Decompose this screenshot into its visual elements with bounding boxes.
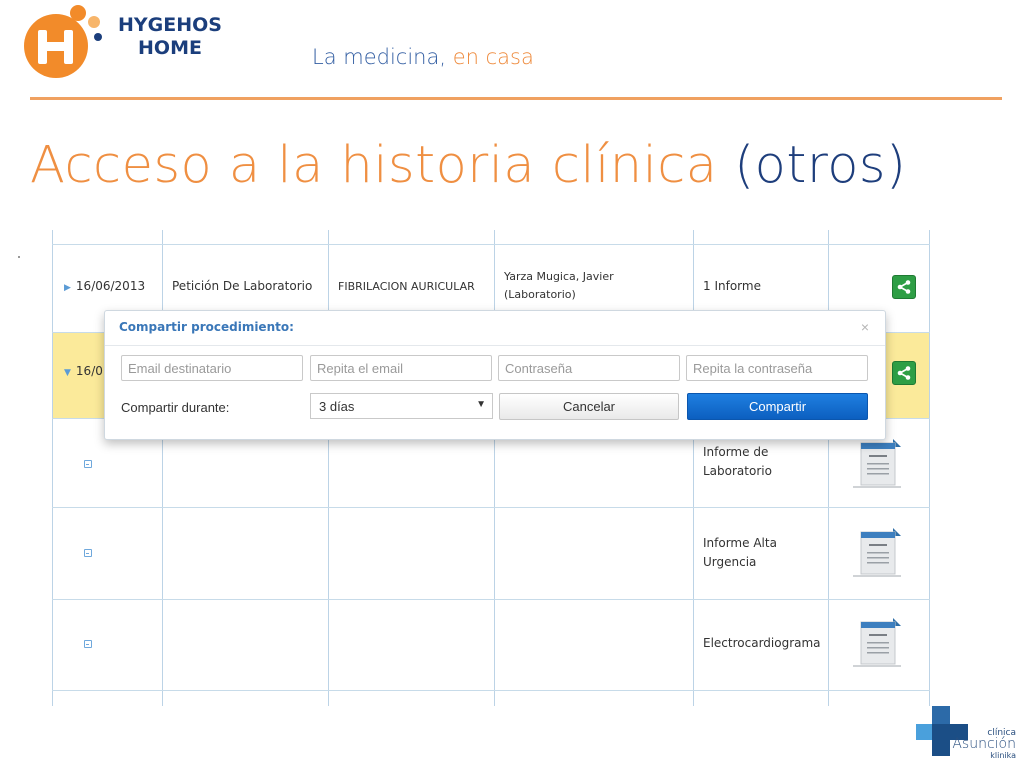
share-dialog: Compartir procedimiento: × Compartir dur…	[104, 310, 886, 440]
list-item: Electrocardiograma	[703, 634, 821, 653]
attachment-icon[interactable]	[84, 549, 92, 557]
row-reports: 1 Informe	[703, 279, 761, 293]
header-divider	[30, 97, 1002, 100]
document-icon[interactable]	[853, 616, 901, 668]
decorative-dot	[18, 256, 20, 258]
list-item: Informe Alta Urgencia	[703, 534, 777, 572]
slide-title-accent: (otros)	[734, 136, 907, 195]
close-icon[interactable]: ×	[861, 319, 869, 335]
tagline-accent: en casa	[452, 45, 534, 69]
slide-title: Acceso a la historia clínica (otros)	[30, 136, 906, 195]
share-icon[interactable]	[892, 275, 916, 299]
expand-arrow-icon[interactable]: ▶	[64, 283, 71, 293]
table-row[interactable]: ▼ 16/0	[64, 362, 103, 383]
doc-title-line1: Informe Alta	[703, 536, 777, 550]
duration-label: Compartir durante:	[121, 400, 230, 415]
slide-title-main: Acceso a la historia clínica	[30, 136, 718, 195]
row-type: Petición De Laboratorio	[172, 279, 313, 293]
hygehos-logo-icon	[24, 5, 102, 78]
list-item: Informe de Laboratorio	[703, 443, 772, 481]
password-repeat-field[interactable]	[686, 355, 868, 381]
attachment-icon[interactable]	[84, 640, 92, 648]
document-icon[interactable]	[853, 526, 901, 578]
doc-title-line1: Electrocardiograma	[703, 636, 821, 650]
row-doctor-name: Yarza Mugica, Javier	[504, 270, 614, 283]
row-diagnosis: FIBRILACION AURICULAR	[338, 280, 475, 293]
share-button[interactable]: Compartir	[687, 393, 868, 420]
attachment-icon[interactable]	[84, 460, 92, 468]
table-row[interactable]: ▶ 16/06/2013	[64, 277, 145, 298]
password-field[interactable]	[498, 355, 680, 381]
dialog-title: Compartir procedimiento:	[119, 320, 294, 334]
chevron-down-icon: ▼	[476, 399, 486, 410]
row-doctor-dept: (Laboratorio)	[504, 288, 576, 301]
doc-title-line2: Laboratorio	[703, 464, 772, 478]
doc-title-line1: Informe de	[703, 445, 769, 459]
brand-name: HYGEHOS HOME	[118, 14, 222, 60]
email-repeat-field[interactable]	[310, 355, 492, 381]
clinic-name: clínica Asunción klinika	[952, 728, 1016, 761]
row-date-partial: 16/0	[75, 364, 103, 378]
dialog-divider	[105, 345, 885, 346]
share-icon[interactable]	[892, 361, 916, 385]
row-doctor: Yarza Mugica, Javier (Laboratorio)	[504, 268, 614, 304]
clinic-line3: klinika	[990, 751, 1016, 760]
document-icon[interactable]	[853, 437, 901, 489]
tagline-main: La medicina,	[312, 45, 447, 69]
brand-line1: HYGEHOS	[118, 14, 222, 36]
row-date: 16/06/2013	[75, 279, 146, 293]
doc-title-line2: Urgencia	[703, 555, 757, 569]
collapse-arrow-icon[interactable]: ▼	[64, 368, 71, 378]
clinical-history-table: ▶ 16/06/2013 Petición De Laboratorio FIBR…	[52, 230, 930, 706]
clinic-line2: Asunción	[952, 736, 1016, 752]
cancel-button[interactable]: Cancelar	[499, 393, 679, 420]
email-field[interactable]	[121, 355, 303, 381]
duration-value: 3 días	[319, 399, 355, 414]
brand-line2: HOME	[138, 37, 202, 59]
duration-select[interactable]: 3 días ▼	[310, 393, 493, 419]
tagline: La medicina, en casa	[312, 45, 534, 69]
